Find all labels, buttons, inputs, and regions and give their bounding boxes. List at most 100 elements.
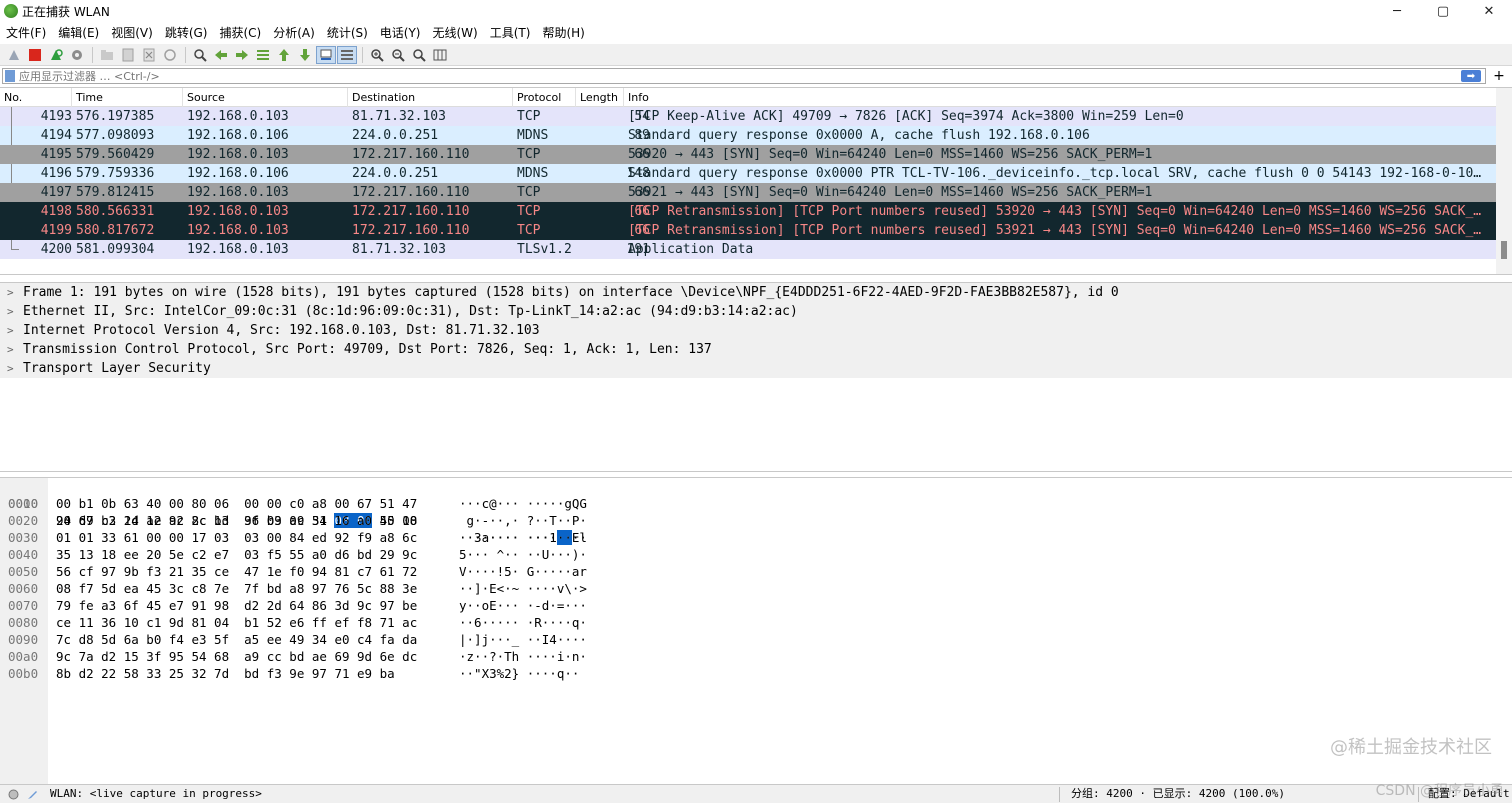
- packet-row[interactable]: 4193 576.197385 192.168.0.103 81.71.32.103 T…: [0, 107, 1496, 126]
- restart-icon[interactable]: [46, 46, 66, 64]
- save-icon[interactable]: [118, 46, 138, 64]
- maximize-button[interactable]: ▢: [1420, 0, 1466, 22]
- packet-row[interactable]: 4194 577.098093 192.168.0.106 224.0.0.251 MD…: [0, 126, 1496, 145]
- bytes-ascii[interactable]: g·-··,· ?··T··P·: [459, 512, 609, 529]
- minimize-button[interactable]: ─: [1374, 0, 1420, 22]
- chevron-right-icon[interactable]: >: [7, 340, 14, 359]
- bytes-ascii[interactable]: ··3a···· ·······l: [459, 529, 609, 546]
- chevron-right-icon[interactable]: >: [7, 283, 14, 302]
- close-file-icon[interactable]: [139, 46, 159, 64]
- detail-row-tcp[interactable]: > Transmission Control Protocol, Src Port…: [0, 340, 1512, 359]
- bytes-hex[interactable]: 79 fe a3 6f 45 e7 91 98 d2 2d 64 86 3d 9…: [56, 597, 456, 614]
- bytes-hex[interactable]: 7c d8 5d 6a b0 f4 e3 5f a5 ee 49 34 e0 c…: [56, 631, 456, 648]
- bytes-ascii[interactable]: ··]·E<·~ ····v\·>: [459, 580, 609, 597]
- packet-cell-time: 581.099304: [76, 242, 155, 257]
- options-gear-icon[interactable]: [67, 46, 87, 64]
- bytes-hex[interactable]: ce 11 36 10 c1 9d 81 04 b1 52 e6 ff ef f…: [56, 614, 456, 631]
- column-header-length[interactable]: Length: [576, 88, 624, 107]
- column-header-time[interactable]: Time: [72, 88, 183, 107]
- packet-cell-proto: TLSv1.2: [517, 242, 572, 257]
- detail-row-frame[interactable]: > Frame 1: 191 bytes on wire (1528 bits),…: [0, 283, 1512, 302]
- column-header-info[interactable]: Info: [624, 88, 1496, 107]
- resize-columns-icon[interactable]: [430, 46, 450, 64]
- window-controls: ─ ▢ ✕: [1374, 0, 1512, 22]
- bytes-hex[interactable]: 00 b1 0b 63 40 00 80 06 00 00 c0 a8 00 6…: [56, 495, 456, 512]
- edit-comment-icon[interactable]: [27, 789, 38, 800]
- column-header-destination[interactable]: Destination: [348, 88, 513, 107]
- detail-row-ipv4[interactable]: > Internet Protocol Version 4, Src: 192.1…: [0, 321, 1512, 340]
- add-filter-button[interactable]: +: [1489, 67, 1509, 85]
- menu-view[interactable]: 视图(V): [105, 22, 159, 44]
- packet-cell-proto: TCP: [517, 109, 541, 124]
- packet-row[interactable]: 4198 580.566331 192.168.0.103 172.217.160.1…: [0, 202, 1496, 221]
- menu-telephony[interactable]: 电话(Y): [374, 22, 427, 44]
- packet-cell-info: Standard query response 0x0000 PTR TCL-T…: [628, 166, 1482, 181]
- scrollbar-thumb[interactable]: [1501, 241, 1507, 259]
- packet-cell-src: 192.168.0.103: [187, 147, 289, 162]
- open-folder-icon[interactable]: [97, 46, 117, 64]
- zoom-normal-icon[interactable]: [409, 46, 429, 64]
- first-packet-icon[interactable]: [274, 46, 294, 64]
- column-header-no[interactable]: No.: [0, 88, 72, 107]
- detail-row-tls[interactable]: > Transport Layer Security: [0, 359, 1512, 378]
- menu-help[interactable]: 帮助(H): [536, 22, 590, 44]
- bytes-hex[interactable]: 01 01 33 61 00 00 17 03 03 00 84 ed 92 f…: [56, 529, 456, 546]
- bytes-hex[interactable]: 08 f7 5d ea 45 3c c8 7e 7f bd a8 97 76 5…: [56, 580, 456, 597]
- bytes-hex[interactable]: 20 67 c2 2d 1e 92 2c b3 3f b3 a9 54 16 a…: [56, 512, 456, 529]
- menu-go[interactable]: 跳转(G): [159, 22, 214, 44]
- zoom-out-icon[interactable]: [388, 46, 408, 64]
- menu-file[interactable]: 文件(F): [0, 22, 52, 44]
- bytes-ascii[interactable]: |·]j···_ ··I4····: [459, 631, 609, 648]
- autoscroll-icon[interactable]: [316, 45, 336, 64]
- menu-capture[interactable]: 捕获(C): [213, 22, 267, 44]
- zoom-in-icon[interactable]: [367, 46, 387, 64]
- column-header-protocol[interactable]: Protocol: [513, 88, 576, 107]
- last-packet-icon[interactable]: [295, 46, 315, 64]
- bytes-ascii[interactable]: V····!5· G·····ar: [459, 563, 609, 580]
- close-button[interactable]: ✕: [1466, 0, 1512, 22]
- menu-statistics[interactable]: 统计(S): [321, 22, 374, 44]
- go-to-packet-icon[interactable]: [253, 46, 273, 64]
- bytes-ascii[interactable]: ··6····· ·R····q·: [459, 614, 609, 631]
- chevron-right-icon[interactable]: >: [7, 302, 14, 321]
- bytes-ascii[interactable]: ··"X3%2} ····q··: [459, 665, 609, 682]
- bytes-ascii[interactable]: y··oE··· ·-d·=···: [459, 597, 609, 614]
- packet-cell-no: 4200: [40, 242, 72, 257]
- packet-list-scrollbar[interactable]: [1496, 88, 1512, 274]
- bytes-ascii[interactable]: ·z··?·Th ····i·n·: [459, 648, 609, 665]
- menu-analyze[interactable]: 分析(A): [267, 22, 321, 44]
- find-icon[interactable]: [190, 46, 210, 64]
- bytes-hex[interactable]: 56 cf 97 9b f3 21 35 ce 47 1e f0 94 81 c…: [56, 563, 456, 580]
- menu-tools[interactable]: 工具(T): [484, 22, 537, 44]
- packet-row[interactable]: 4197 579.812415 192.168.0.103 172.217.160.1…: [0, 183, 1496, 202]
- column-header-source[interactable]: Source: [183, 88, 348, 107]
- menu-edit[interactable]: 编辑(E): [52, 22, 105, 44]
- stop-icon[interactable]: [25, 46, 45, 64]
- bytes-ascii[interactable]: ···c@··· ·····gQG: [459, 495, 609, 512]
- bytes-ascii[interactable]: 5··· ^·· ··U···)·: [459, 546, 609, 563]
- shark-fin-icon[interactable]: [4, 46, 24, 64]
- packet-cell-info: Standard query response 0x0000 A, cache …: [628, 128, 1090, 143]
- back-arrow-icon[interactable]: [211, 46, 231, 64]
- bytes-hex[interactable]: 8b d2 22 58 33 25 32 7d bd f3 9e 97 71 e…: [56, 665, 456, 682]
- packet-cell-proto: MDNS: [517, 128, 549, 143]
- bytes-hex[interactable]: 35 13 18 ee 20 5e c2 e7 03 f5 55 a0 d6 b…: [56, 546, 456, 563]
- bookmark-icon[interactable]: [5, 70, 15, 82]
- packet-cell-info: 53920 → 443 [SYN] Seq=0 Win=64240 Len=0 …: [628, 147, 1153, 162]
- detail-row-ethernet[interactable]: > Ethernet II, Src: IntelCor_09:0c:31 (8c…: [0, 302, 1512, 321]
- packet-row[interactable]: 4199 580.817672 192.168.0.103 172.217.160.1…: [0, 221, 1496, 240]
- forward-arrow-icon[interactable]: [232, 46, 252, 64]
- display-filter-input[interactable]: [19, 69, 1461, 83]
- chevron-right-icon[interactable]: >: [7, 359, 14, 378]
- chevron-right-icon[interactable]: >: [7, 321, 14, 340]
- colorize-icon[interactable]: [337, 45, 357, 64]
- capture-status-icon[interactable]: [8, 789, 19, 800]
- apply-filter-button[interactable]: ➡: [1461, 70, 1481, 82]
- packet-bytes-pane: 0000 94 d9 b3 14 a2 ac 8c 1d 96 09 0c 31…: [0, 477, 1512, 784]
- bytes-hex[interactable]: 9c 7a d2 15 3f 95 54 68 a9 cc bd ae 69 9…: [56, 648, 456, 665]
- packet-row[interactable]: 4200 581.099304 192.168.0.103 81.71.32.103 T…: [0, 240, 1496, 259]
- menu-wireless[interactable]: 无线(W): [427, 22, 484, 44]
- reload-icon[interactable]: [160, 46, 180, 64]
- packet-row[interactable]: 4195 579.560429 192.168.0.103 172.217.160.1…: [0, 145, 1496, 164]
- packet-row[interactable]: 4196 579.759336 192.168.0.106 224.0.0.251 MD…: [0, 164, 1496, 183]
